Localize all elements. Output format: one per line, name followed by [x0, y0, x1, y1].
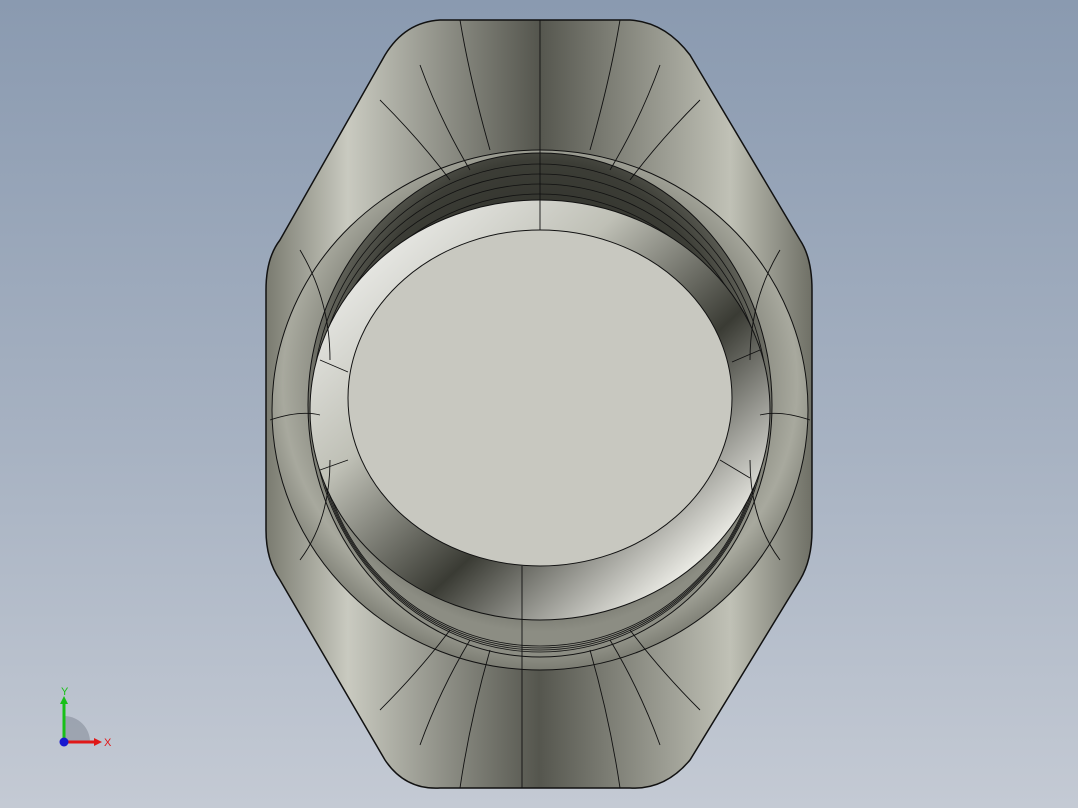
graphics-viewport[interactable]: Y X: [0, 0, 1078, 808]
x-axis-label: X: [104, 737, 112, 749]
y-axis-label: Y: [61, 686, 69, 698]
x-arrow: [94, 738, 102, 746]
flat-face: [347, 229, 733, 567]
part-model[interactable]: [0, 0, 1078, 808]
triad-arc: [64, 716, 90, 742]
orientation-triad: Y X: [59, 686, 112, 749]
z-axis: [59, 737, 69, 747]
